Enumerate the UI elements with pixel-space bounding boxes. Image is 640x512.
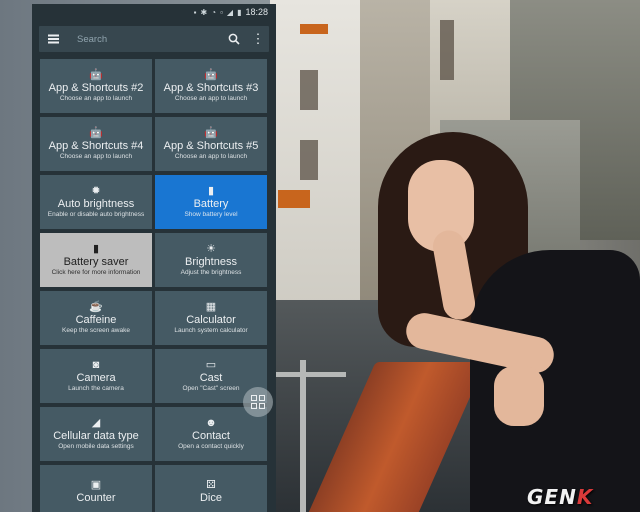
tile-calculator[interactable]: ▦ Calculator Launch system calculator [155,291,267,345]
tile-battery[interactable]: ▮ Battery Show battery level [155,175,267,229]
coffee-cup-icon: ☕ [89,301,103,313]
signal-bars-icon: ◢ [226,7,234,17]
tile-counter[interactable]: ▣ Counter [40,465,152,512]
awning [300,24,328,34]
search-button[interactable] [221,26,247,52]
battery-status-icon: ▮ [237,7,242,17]
counter-icon: ▣ [90,479,102,491]
window [440,20,454,80]
wifi-icon: ◔ [211,7,217,17]
floating-launcher-button[interactable] [243,387,273,417]
auto-brightness-icon: ✹ [91,185,101,197]
notification-icon: ▪ [193,7,197,17]
battery-icon: ▮ [207,185,215,197]
genk-watermark: GENK [527,485,594,509]
tile-grid: 🤖 App & Shortcuts #2 Choose an app to la… [40,59,268,512]
tile-app-shortcuts-5[interactable]: 🤖 App & Shortcuts #5 Choose an app to la… [155,117,267,171]
tile-app-shortcuts-2[interactable]: 🤖 App & Shortcuts #2 Choose an app to la… [40,59,152,113]
tile-cellular-data-type[interactable]: ◢ Cellular data type Open mobile data se… [40,407,152,461]
hamburger-icon [47,38,59,40]
bluetooth-icon: ✱ [200,7,208,17]
window [300,140,318,180]
battery-saver-icon: ▮ [92,243,100,255]
railing [300,360,306,512]
tile-battery-saver[interactable]: ▮ Battery saver Click here for more info… [40,233,152,287]
android-icon: 🤖 [89,127,103,139]
android-icon: 🤖 [89,69,103,81]
signal-icon: ◢ [91,417,101,429]
window [300,70,318,110]
android-icon: 🤖 [204,69,218,81]
calculator-icon: ▦ [205,301,217,313]
camera-icon: ◙ [92,359,100,371]
tile-camera[interactable]: ◙ Camera Launch the camera [40,349,152,403]
tile-caffeine[interactable]: ☕ Caffeine Keep the screen awake [40,291,152,345]
awning [278,190,310,208]
brightness-icon: ☀ [206,243,216,255]
more-vert-icon: ⋮ [251,31,265,46]
contact-icon: ☻ [205,417,217,429]
menu-button[interactable] [39,26,67,52]
android-icon: 🤖 [204,127,218,139]
tile-app-shortcuts-4[interactable]: 🤖 App & Shortcuts #4 Choose an app to la… [40,117,152,171]
tile-dice[interactable]: ⚄ Dice [155,465,267,512]
railing [276,372,346,377]
woman-hand [494,366,544,426]
search-bar: ⋮ [39,26,269,52]
tile-auto-brightness[interactable]: ✹ Auto brightness Enable or disable auto… [40,175,152,229]
tile-brightness[interactable]: ☀ Brightness Adjust the brightness [155,233,267,287]
more-options-button[interactable]: ⋮ [247,26,269,52]
phone-screen: ▪ ✱ ◔ ▫ ◢ ▮ 18:28 ⋮ 🤖 App & Shortcuts #2… [32,4,276,512]
search-input[interactable] [67,32,221,46]
status-time: 18:28 [245,7,268,17]
cast-icon: ▭ [205,359,217,371]
tile-app-shortcuts-3[interactable]: 🤖 App & Shortcuts #3 Choose an app to la… [155,59,267,113]
grid-icon [251,395,265,409]
search-icon [228,33,240,45]
status-bar: ▪ ✱ ◔ ▫ ◢ ▮ 18:28 [32,4,276,20]
sim-icon: ▫ [220,7,223,17]
dice-icon: ⚄ [206,479,216,491]
